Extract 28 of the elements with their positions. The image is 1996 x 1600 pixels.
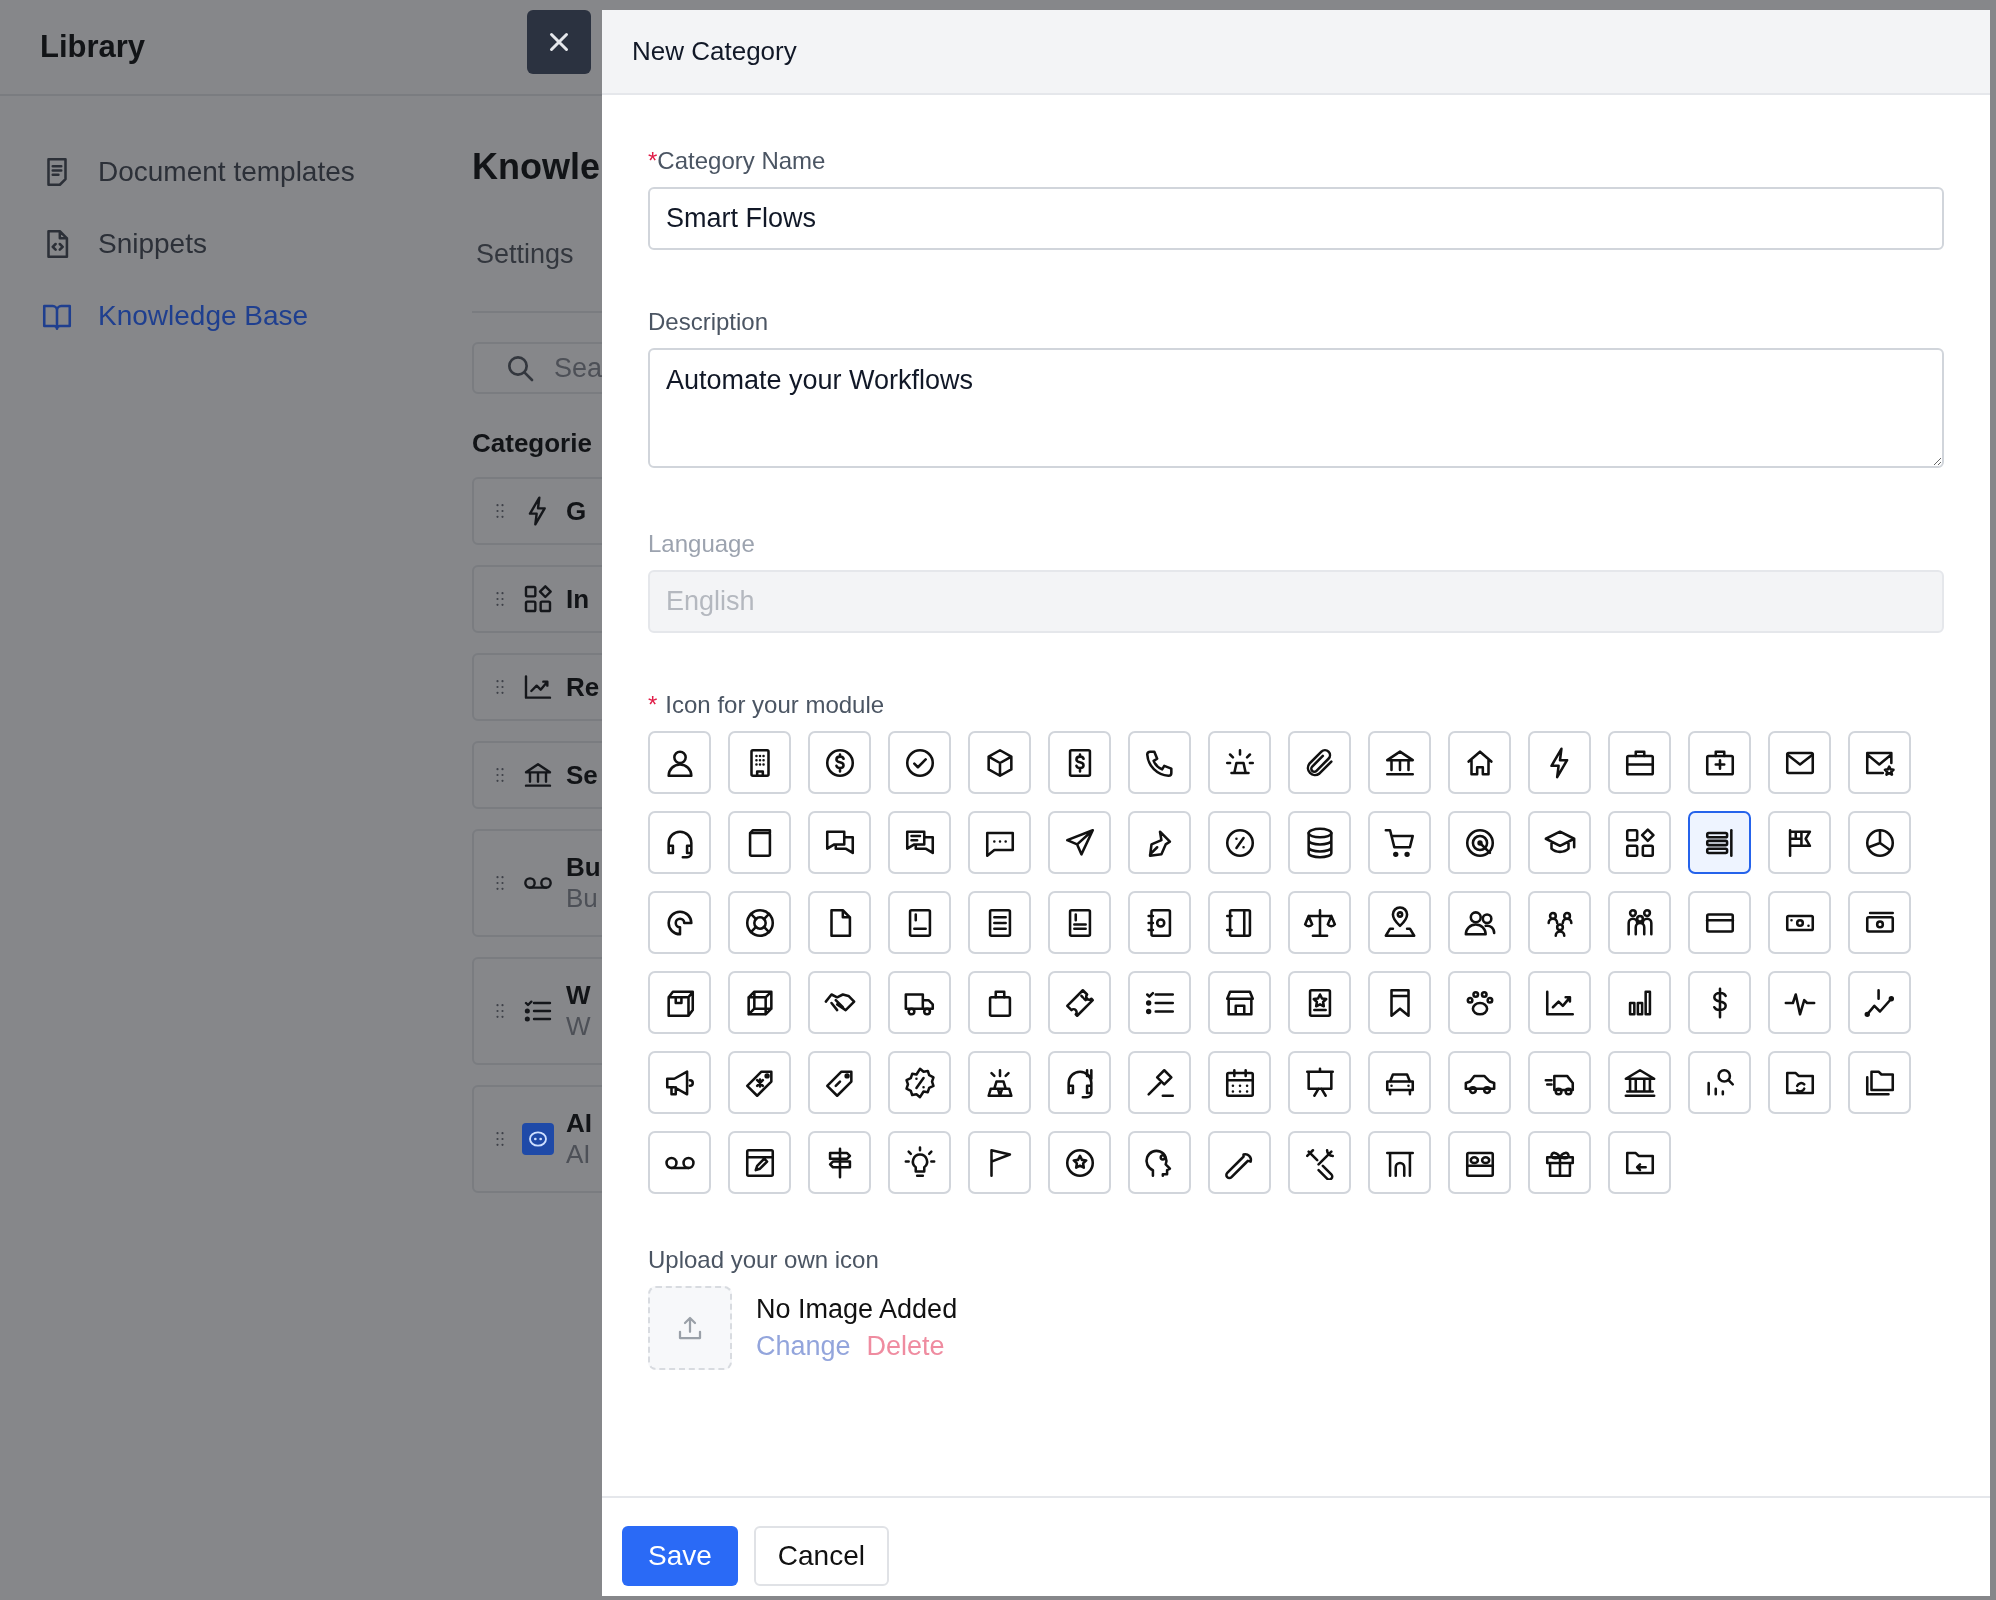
tab[interactable]: Settings [472,239,578,270]
category-title: In [566,583,590,615]
category-title: G [566,495,587,527]
category-title: AI [566,1108,592,1139]
field-label: *Category Name [648,147,827,175]
input-field[interactable]: Smart Flows [648,187,1944,250]
save-button[interactable]: Save [622,1526,738,1586]
sidebar-item[interactable]: Knowledge Base [40,292,472,340]
category-title: Re [566,671,600,703]
sidebar-title: Library [40,29,146,65]
field-label: Upload your own icon [648,1246,880,1274]
page-heading: Knowle [472,145,601,189]
field-label: Language [648,530,756,558]
sidebar-item[interactable]: Snippets [40,220,472,268]
upload-status: No Image Added [756,1294,958,1325]
cancel-button[interactable]: Cancel [753,1526,889,1586]
sidebar-item[interactable]: Document templates [40,148,472,196]
field-label: Description [648,308,770,336]
category-subtitle: W [566,1011,591,1042]
category-subtitle: Bu [566,883,599,914]
description-field[interactable]: Automate your Workflows [648,348,1944,468]
field-label: * Icon for your module [648,691,886,719]
category-title: Bu [566,852,601,883]
section-heading: Categorie [472,428,593,459]
category-title: Se [566,759,598,791]
category-subtitle: AI [566,1139,592,1170]
drawer-title: New Category [632,36,797,67]
category-title: W [566,980,591,1011]
